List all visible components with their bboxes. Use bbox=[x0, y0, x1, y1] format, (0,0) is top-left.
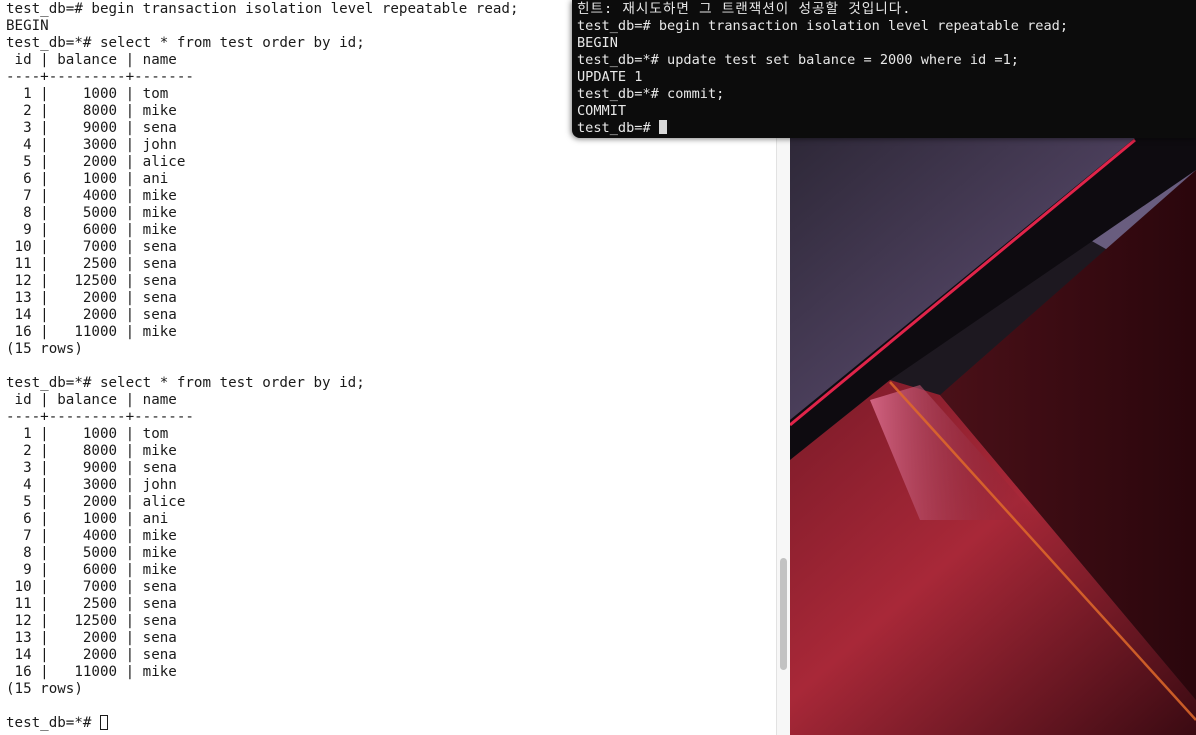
terminal-line: test_db=# begin transaction isolation le… bbox=[6, 1, 519, 17]
terminal-line: ----+---------+------- bbox=[6, 409, 194, 425]
terminal-line: test_db=# begin transaction isolation le… bbox=[577, 18, 1069, 34]
terminal-line: 10 | 7000 | sena bbox=[6, 579, 177, 595]
terminal-line: 11 | 2500 | sena bbox=[6, 596, 177, 612]
left-terminal-output: test_db=# begin transaction isolation le… bbox=[6, 1, 519, 732]
terminal-line: 5 | 2000 | alice bbox=[6, 154, 186, 170]
left-terminal-history: test_db=# begin transaction isolation le… bbox=[6, 1, 519, 697]
terminal-line: 16 | 11000 | mike bbox=[6, 324, 177, 340]
terminal-line: 6 | 1000 | ani bbox=[6, 511, 169, 527]
terminal-line: 7 | 4000 | mike bbox=[6, 528, 177, 544]
terminal-line: (15 rows) bbox=[6, 341, 83, 357]
terminal-line: 2 | 8000 | mike bbox=[6, 103, 177, 119]
terminal-line: test_db=*# select * from test order by i… bbox=[6, 35, 365, 51]
right-terminal-hint: 힌트: 재시도하면 그 트랜잭션이 성공할 것입니다. bbox=[577, 1, 912, 17]
left-terminal-scrollbar-thumb[interactable] bbox=[780, 558, 787, 670]
terminal-line: id | balance | name bbox=[6, 392, 177, 408]
left-terminal-prompt: test_db=*# bbox=[6, 715, 100, 731]
terminal-line: test_db=*# select * from test order by i… bbox=[6, 375, 365, 391]
right-terminal-output: 힌트: 재시도하면 그 트랜잭션이 성공할 것입니다. test_db=# be… bbox=[577, 1, 1068, 137]
terminal-line: 9 | 6000 | mike bbox=[6, 222, 177, 238]
terminal-line: id | balance | name bbox=[6, 52, 177, 68]
terminal-line: 13 | 2000 | sena bbox=[6, 290, 177, 306]
terminal-line: 16 | 11000 | mike bbox=[6, 664, 177, 680]
terminal-line: 13 | 2000 | sena bbox=[6, 630, 177, 646]
right-terminal-cursor bbox=[658, 120, 667, 134]
terminal-line: 8 | 5000 | mike bbox=[6, 205, 177, 221]
terminal-line: 11 | 2500 | sena bbox=[6, 256, 177, 272]
terminal-line: 14 | 2000 | sena bbox=[6, 307, 177, 323]
terminal-line: 12 | 12500 | sena bbox=[6, 273, 177, 289]
terminal-line: COMMIT bbox=[577, 103, 627, 119]
right-terminal-window[interactable]: 힌트: 재시도하면 그 트랜잭션이 성공할 것입니다. test_db=# be… bbox=[572, 0, 1196, 138]
terminal-line: test_db=*# commit; bbox=[577, 86, 725, 102]
terminal-line: (15 rows) bbox=[6, 681, 83, 697]
terminal-line: 1 | 1000 | tom bbox=[6, 426, 169, 442]
terminal-line: 7 | 4000 | mike bbox=[6, 188, 177, 204]
terminal-line: BEGIN bbox=[577, 35, 618, 51]
terminal-line: 6 | 1000 | ani bbox=[6, 171, 169, 187]
terminal-line: 4 | 3000 | john bbox=[6, 137, 177, 153]
terminal-line: 3 | 9000 | sena bbox=[6, 120, 177, 136]
terminal-line: 12 | 12500 | sena bbox=[6, 613, 177, 629]
left-terminal-cursor bbox=[99, 715, 108, 730]
terminal-line: 10 | 7000 | sena bbox=[6, 239, 177, 255]
terminal-line: test_db=*# update test set balance = 200… bbox=[577, 52, 1019, 68]
terminal-line: 5 | 2000 | alice bbox=[6, 494, 186, 510]
right-terminal-prompt: test_db=# bbox=[577, 120, 659, 136]
terminal-line: 4 | 3000 | john bbox=[6, 477, 177, 493]
terminal-line: 9 | 6000 | mike bbox=[6, 562, 177, 578]
terminal-line: 8 | 5000 | mike bbox=[6, 545, 177, 561]
terminal-line: ----+---------+------- bbox=[6, 69, 194, 85]
terminal-line: 2 | 8000 | mike bbox=[6, 443, 177, 459]
terminal-line: 1 | 1000 | tom bbox=[6, 86, 169, 102]
terminal-line: 3 | 9000 | sena bbox=[6, 460, 177, 476]
terminal-line: BEGIN bbox=[6, 18, 49, 34]
terminal-line: 14 | 2000 | sena bbox=[6, 647, 177, 663]
terminal-line: UPDATE 1 bbox=[577, 69, 643, 85]
right-terminal-history: test_db=# begin transaction isolation le… bbox=[577, 18, 1068, 119]
